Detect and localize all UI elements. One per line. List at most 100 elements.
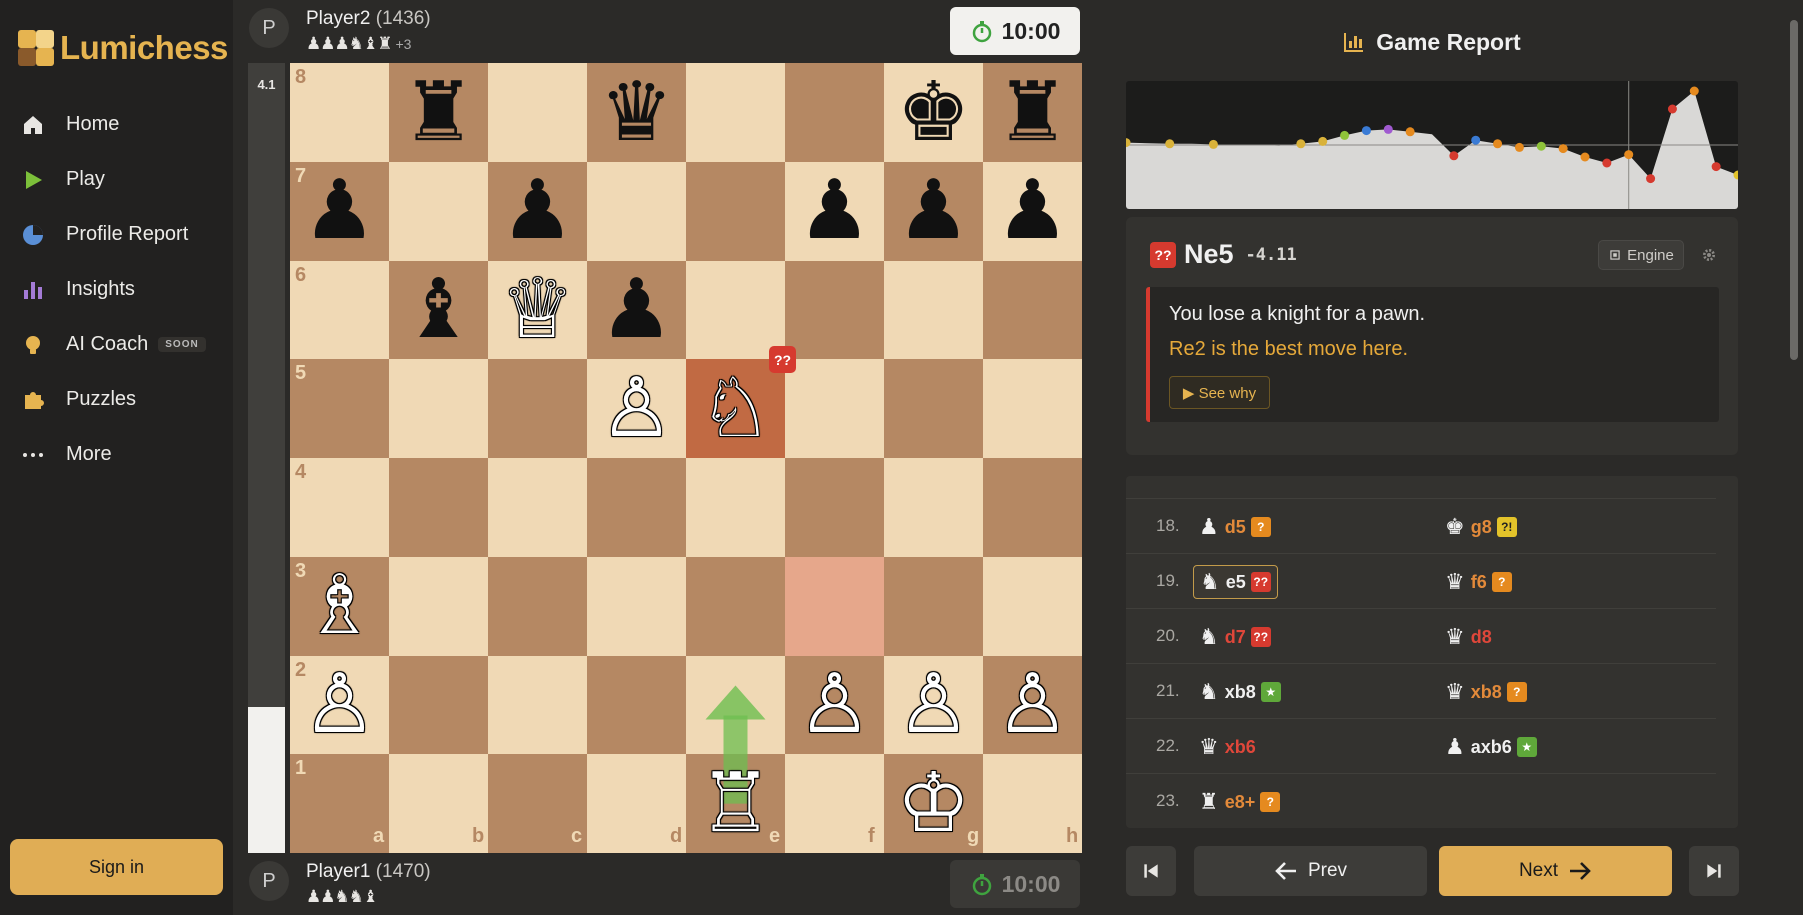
white-move[interactable]: ♟ d5? — [1193, 510, 1277, 544]
move-number: 19. — [1156, 571, 1180, 590]
piece-g1[interactable]: ♔ — [884, 754, 983, 853]
square-f8[interactable] — [785, 63, 884, 162]
square-d3[interactable] — [587, 556, 686, 656]
square-c8[interactable] — [488, 63, 587, 162]
square-h4[interactable] — [983, 458, 1082, 557]
piece-f7[interactable]: ♟ — [785, 162, 884, 261]
square-c5[interactable] — [488, 359, 587, 458]
avatar[interactable]: P — [249, 8, 289, 48]
square-g4[interactable] — [884, 458, 983, 557]
black-move[interactable]: ♚ g8?! — [1439, 510, 1523, 544]
white-move[interactable]: ♞ e5?? — [1193, 565, 1278, 599]
square-e7[interactable] — [686, 161, 785, 261]
square-g5[interactable] — [884, 359, 983, 458]
square-c3[interactable] — [488, 556, 587, 656]
settings-gear-icon[interactable] — [1696, 242, 1722, 268]
piece-g2[interactable]: ♙ — [884, 656, 983, 755]
piece-a3[interactable]: ♗ — [290, 557, 389, 656]
square-f6[interactable] — [785, 260, 884, 360]
piece-d6[interactable]: ♟ — [587, 261, 686, 360]
piece-c7[interactable]: ♟ — [488, 162, 587, 261]
piece-g8[interactable]: ♚ — [884, 63, 983, 162]
piece-h8[interactable]: ♜ — [983, 63, 1082, 162]
square-e6[interactable] — [686, 260, 785, 360]
piece-e1[interactable]: ♖ — [686, 754, 785, 853]
top-player-name[interactable]: Player2 (1436) — [306, 8, 431, 30]
next-button[interactable]: Next — [1439, 846, 1672, 896]
sidebar-item-insights[interactable]: Insights — [0, 262, 233, 317]
square-b4[interactable] — [389, 458, 488, 557]
piece-h7[interactable]: ♟ — [983, 162, 1082, 261]
see-why-button[interactable]: ▶ See why — [1169, 376, 1270, 409]
black-move[interactable]: ♛ d8 — [1439, 620, 1498, 654]
square-d2[interactable] — [587, 655, 686, 755]
piece-a7[interactable]: ♟ — [290, 162, 389, 261]
square-f5[interactable] — [785, 359, 884, 458]
black-move[interactable]: ♛ xb8? — [1439, 675, 1533, 709]
piece-a2[interactable]: ♙ — [290, 656, 389, 755]
eval-graph-marker — [1165, 139, 1175, 149]
square-f3[interactable] — [785, 556, 884, 656]
square-d4[interactable] — [587, 458, 686, 557]
square-h3[interactable] — [983, 556, 1082, 656]
piece-d8[interactable]: ♛ — [587, 63, 686, 162]
square-b2[interactable] — [389, 655, 488, 755]
last-move-button[interactable] — [1689, 846, 1739, 896]
sidebar-item-puzzles[interactable]: Puzzles — [0, 372, 233, 427]
square-d7[interactable] — [587, 161, 686, 261]
square-c2[interactable] — [488, 655, 587, 755]
black-move[interactable]: ♟ axb6 ★ — [1439, 730, 1543, 764]
eval-graph[interactable] — [1126, 81, 1738, 209]
square-e2[interactable] — [686, 655, 785, 755]
first-move-button[interactable] — [1126, 846, 1176, 896]
square-f4[interactable] — [785, 458, 884, 557]
square-e8[interactable] — [686, 63, 785, 162]
black-move[interactable]: ♛ f6? — [1439, 565, 1518, 599]
rank-label: 1 — [295, 757, 307, 780]
square-b5[interactable] — [389, 359, 488, 458]
piece-b8[interactable]: ♜ — [389, 63, 488, 162]
square-e4[interactable] — [686, 458, 785, 557]
prev-button[interactable]: Prev — [1194, 846, 1427, 896]
square-h5[interactable] — [983, 359, 1082, 458]
sidebar-item-more[interactable]: More — [0, 427, 233, 482]
white-move[interactable]: ♞ xb8 ★ — [1193, 675, 1287, 709]
engine-button[interactable]: Engine — [1598, 240, 1684, 270]
captured-pieces: ♟♟♞♞♝ — [306, 887, 378, 907]
white-move[interactable]: ♛ xb6 — [1193, 730, 1262, 764]
page-scrollbar[interactable] — [1785, 0, 1803, 915]
white-move[interactable]: ♞ d7?? — [1193, 620, 1277, 654]
sidebar-item-play[interactable]: Play — [0, 152, 233, 207]
square-b7[interactable] — [389, 161, 488, 261]
piece-c6[interactable]: ♕ — [488, 261, 587, 360]
square-e3[interactable] — [686, 556, 785, 656]
move-list[interactable]: 18. ♟ d5? ♚ g8?! 19. ♞ e5?? ♛ f6? 20. ♞ d7?? ♛ d8 21. ♞ x… — [1126, 476, 1738, 828]
avatar[interactable]: P — [249, 861, 289, 901]
piece-h2[interactable]: ♙ — [983, 656, 1082, 755]
move-san: xb8 — [1224, 681, 1256, 702]
white-move[interactable]: ♜ e8+? — [1193, 785, 1286, 819]
logo[interactable]: Lumichess — [18, 28, 228, 68]
sign-in-button[interactable]: Sign in — [10, 839, 223, 895]
piece-f2[interactable]: ♙ — [785, 656, 884, 755]
piece-g7[interactable]: ♟ — [884, 162, 983, 261]
bottom-player-name[interactable]: Player1 (1470) — [306, 861, 431, 883]
piece-e5[interactable]: ♘ — [686, 359, 785, 458]
square-g6[interactable] — [884, 260, 983, 360]
square-g3[interactable] — [884, 556, 983, 656]
sidebar-item-ai-coach[interactable]: AI Coach SOON — [0, 317, 233, 372]
move-row: 21. ♞ xb8 ★ ♛ xb8? — [1126, 664, 1716, 719]
piece-d5[interactable]: ♙ — [587, 359, 686, 458]
square-c4[interactable] — [488, 458, 587, 557]
square-h6[interactable] — [983, 260, 1082, 360]
piece-icon: ♛ — [1445, 624, 1465, 649]
scrollbar-thumb[interactable] — [1790, 20, 1798, 360]
square-b3[interactable] — [389, 556, 488, 656]
piece-b6[interactable]: ♝ — [389, 261, 488, 360]
rank-label: 8 — [295, 66, 307, 88]
move-quality-badge: ?? — [1250, 572, 1271, 592]
sidebar-item-profile-report[interactable]: Profile Report — [0, 207, 233, 262]
chess-board[interactable]: 8 7 6 5 4 3 2 1 a b c d e f g h ♜ ♛ ♚ ♜ ♟ ♟ ♟ ♟ ♟ ♝ ♕ ♟ ♙ ♘ ♗ ♙ ♙ ♙ ♙ ♖ ♔?? — [290, 63, 1082, 853]
sidebar-item-home[interactable]: Home — [0, 97, 233, 152]
sidebar-item-label: Puzzles — [66, 388, 137, 410]
